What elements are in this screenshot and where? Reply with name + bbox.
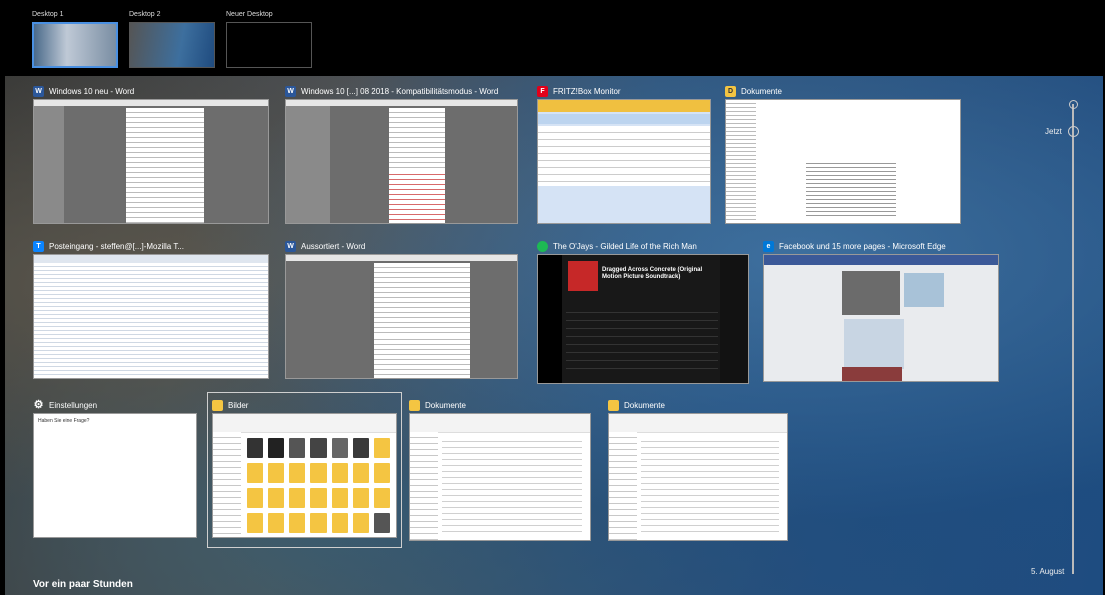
window-title: Posteingang - steffen@[...]-Mozilla T... — [49, 241, 184, 251]
new-desktop-thumbnail[interactable] — [226, 22, 312, 68]
word-icon: W — [285, 85, 296, 97]
folder-icon — [409, 399, 420, 411]
window-title-bar: The O'Jays - Gilded Life of the Rich Man — [537, 238, 749, 254]
timeline-date-label[interactable]: 5. August — [1031, 567, 1064, 576]
window-card-dokumente-1[interactable]: Dokumente — [409, 397, 591, 541]
edge-icon: e — [763, 240, 774, 252]
window-thumbnail[interactable] — [725, 99, 961, 224]
timeline-section-label: Vor ein paar Stunden — [33, 579, 133, 590]
window-title: The O'Jays - Gilded Life of the Rich Man — [553, 241, 697, 251]
window-title-bar: Dokumente — [409, 397, 591, 413]
desktop-2-tile[interactable]: Desktop 2 — [129, 10, 217, 68]
new-desktop-tile[interactable]: Neuer Desktop — [226, 10, 314, 68]
window-card-word-compat[interactable]: W Windows 10 [...] 08 2018 - Kompatibili… — [285, 83, 518, 224]
window-title-bar: T Posteingang - steffen@[...]-Mozilla T.… — [33, 238, 269, 254]
window-title: Bilder — [228, 400, 249, 410]
window-card-dokumente-reader[interactable]: D Dokumente — [725, 83, 961, 224]
window-title-bar: W Windows 10 [...] 08 2018 - Kompatibili… — [285, 83, 518, 99]
window-title: Einstellungen — [49, 400, 98, 410]
new-desktop-label: Neuer Desktop — [226, 11, 273, 18]
window-thumbnail[interactable]: Haben Sie eine Frage? — [33, 413, 197, 538]
window-title: Dokumente — [425, 400, 466, 410]
window-title: Facebook und 15 more pages - Microsoft E… — [779, 241, 946, 251]
folder-icon — [212, 399, 223, 411]
window-title: Aussortiert - Word — [301, 241, 366, 251]
window-title: FRITZ!Box Monitor — [553, 86, 621, 96]
window-title-bar: e Facebook und 15 more pages - Microsoft… — [763, 238, 999, 254]
window-title: Windows 10 [...] 08 2018 - Kompatibilitä… — [301, 86, 499, 96]
timeline-now-marker[interactable] — [1068, 126, 1079, 137]
desktop-1-label: Desktop 1 — [32, 11, 64, 18]
desktop-1-thumbnail[interactable] — [32, 22, 118, 68]
window-title: Windows 10 neu - Word — [49, 86, 135, 96]
window-card-dokumente-2[interactable]: Dokumente — [608, 397, 788, 541]
window-thumbnail[interactable] — [33, 254, 269, 379]
window-thumbnail[interactable] — [33, 99, 269, 224]
window-card-settings[interactable]: ⚙ Einstellungen Haben Sie eine Frage? — [33, 397, 197, 538]
timeline-scrollbar[interactable] — [1072, 104, 1074, 574]
window-thumbnail[interactable] — [608, 413, 788, 541]
window-title-bar: W Windows 10 neu - Word — [33, 83, 269, 99]
window-title-bar: ⚙ Einstellungen — [33, 397, 197, 413]
word-icon: W — [33, 85, 44, 97]
window-card-word-aussortiert[interactable]: W Aussortiert - Word — [285, 238, 518, 379]
window-thumbnail[interactable] — [212, 413, 397, 538]
window-thumbnail[interactable] — [537, 99, 711, 224]
thunderbird-icon: T — [33, 240, 44, 252]
album-cover — [568, 261, 598, 291]
window-thumbnail[interactable] — [409, 413, 591, 541]
app-icon: D — [725, 85, 736, 97]
window-title-bar: Bilder — [212, 397, 397, 413]
word-icon: W — [285, 240, 296, 252]
desktop-1-tile[interactable]: Desktop 1 — [32, 10, 120, 68]
spotify-track-title: Dragged Across Concrete (Original Motion… — [602, 267, 703, 280]
virtual-desktop-bar: Desktop 1 Desktop 2 Neuer Desktop — [0, 0, 1105, 74]
timeline-top-marker[interactable] — [1069, 100, 1078, 109]
fritz-icon: F — [537, 85, 548, 97]
folder-icon — [608, 399, 619, 411]
window-card-thunderbird[interactable]: T Posteingang - steffen@[...]-Mozilla T.… — [33, 238, 269, 379]
window-thumbnail[interactable]: Dragged Across Concrete (Original Motion… — [537, 254, 749, 384]
window-thumbnail[interactable] — [285, 254, 518, 379]
window-thumbnail[interactable] — [285, 99, 518, 224]
window-title-bar: W Aussortiert - Word — [285, 238, 518, 254]
window-card-bilder[interactable]: Bilder — [207, 392, 402, 548]
window-title: Dokumente — [624, 400, 665, 410]
window-title-bar: D Dokumente — [725, 83, 961, 99]
timeline-now-label: Jetzt — [1045, 127, 1062, 136]
settings-question: Haben Sie eine Frage? — [38, 418, 90, 424]
window-card-spotify[interactable]: The O'Jays - Gilded Life of the Rich Man… — [537, 238, 749, 384]
window-title: Dokumente — [741, 86, 782, 96]
desktop-2-label: Desktop 2 — [129, 11, 161, 18]
window-card-word-windows10[interactable]: W Windows 10 neu - Word — [33, 83, 269, 224]
window-title-bar: Dokumente — [608, 397, 788, 413]
window-card-fritzbox-monitor[interactable]: F FRITZ!Box Monitor — [537, 83, 711, 224]
window-title-bar: F FRITZ!Box Monitor — [537, 83, 711, 99]
spotify-icon — [537, 240, 548, 252]
window-thumbnail[interactable] — [763, 254, 999, 382]
desktop-2-thumbnail[interactable] — [129, 22, 215, 68]
gear-icon: ⚙ — [33, 398, 44, 411]
window-card-edge-facebook[interactable]: e Facebook und 15 more pages - Microsoft… — [763, 238, 999, 382]
